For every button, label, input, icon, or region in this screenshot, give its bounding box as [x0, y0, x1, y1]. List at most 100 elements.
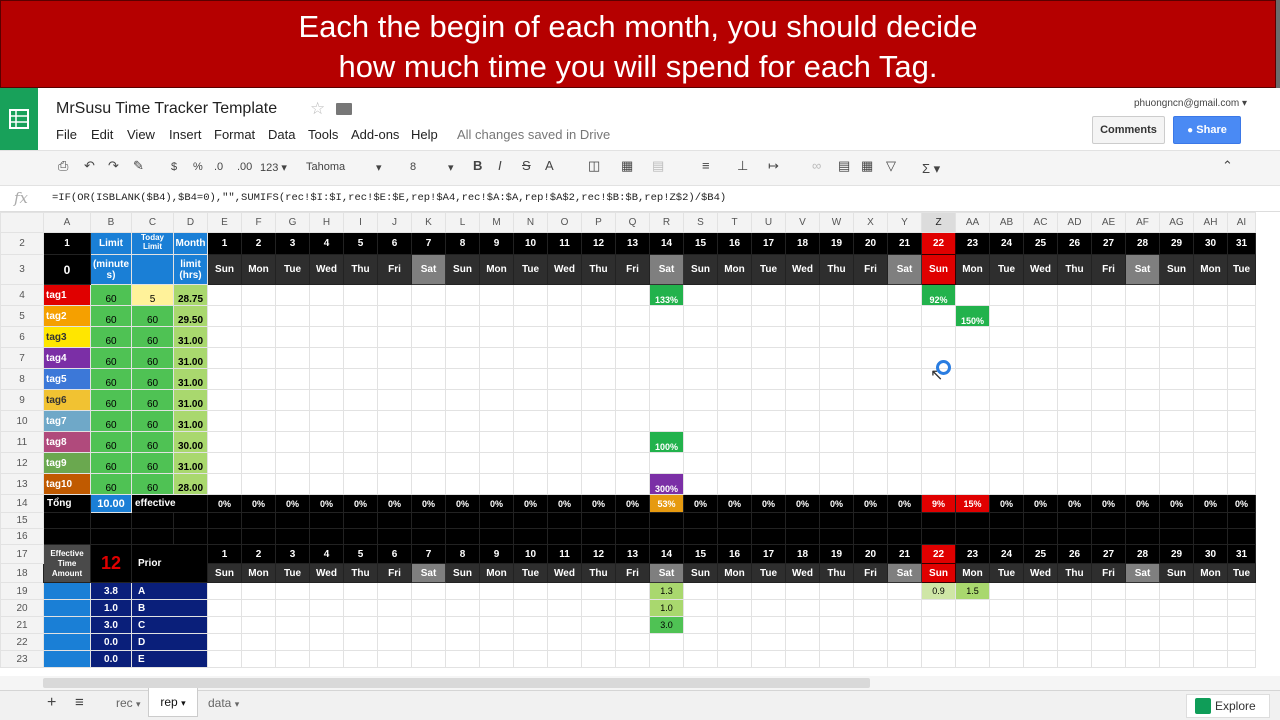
day-cell[interactable]	[751, 305, 786, 327]
day-cell[interactable]	[343, 616, 378, 634]
day-cell[interactable]	[479, 410, 514, 432]
window-scrollbar[interactable]	[1276, 0, 1280, 88]
blank-cell[interactable]	[1125, 512, 1160, 529]
weekday[interactable]: Wed	[785, 254, 820, 285]
column-header-z[interactable]: Z	[921, 212, 956, 233]
day-cell[interactable]	[581, 410, 616, 432]
day-cell[interactable]	[717, 452, 752, 474]
day-cell[interactable]	[1227, 284, 1256, 306]
tag-name[interactable]: tag5	[43, 368, 91, 390]
day-cell[interactable]	[1193, 410, 1228, 432]
blank-cell[interactable]	[1023, 528, 1058, 545]
day-cell[interactable]	[615, 368, 650, 390]
day-cell[interactable]	[1023, 326, 1058, 348]
day-cell[interactable]	[207, 599, 242, 617]
day-cell[interactable]	[479, 582, 514, 600]
day-cell[interactable]	[819, 368, 854, 390]
day-cell[interactable]	[751, 389, 786, 411]
day-cell[interactable]	[1023, 452, 1058, 474]
day-cell[interactable]	[581, 347, 616, 369]
day-cell[interactable]	[581, 305, 616, 327]
day-cell[interactable]	[751, 326, 786, 348]
weekday[interactable]: Sun	[1159, 254, 1194, 285]
day-cell[interactable]	[717, 389, 752, 411]
day-cell[interactable]	[1159, 452, 1194, 474]
day-cell[interactable]	[683, 368, 718, 390]
day-cell[interactable]	[785, 616, 820, 634]
day-number[interactable]: 2	[241, 544, 276, 564]
day-cell[interactable]	[785, 410, 820, 432]
total-percent[interactable]: 0%	[819, 494, 854, 513]
day-cell[interactable]	[717, 650, 752, 668]
day-cell[interactable]	[479, 368, 514, 390]
day-cell[interactable]	[1193, 347, 1228, 369]
total-percent[interactable]: 0%	[989, 494, 1024, 513]
weekday[interactable]: Sun	[207, 254, 242, 285]
total-percent[interactable]: 0%	[1159, 494, 1194, 513]
day-cell[interactable]	[207, 431, 242, 453]
font-family-dropdown[interactable]: Tahoma	[306, 161, 345, 173]
day-cell[interactable]	[819, 347, 854, 369]
day-cell[interactable]	[615, 582, 650, 600]
day-cell[interactable]	[1125, 650, 1160, 668]
prior-letter[interactable]: A	[131, 582, 208, 600]
day-cell[interactable]	[819, 284, 854, 306]
day-cell[interactable]	[1091, 473, 1126, 495]
day-cell[interactable]	[955, 452, 990, 474]
day-cell[interactable]	[581, 599, 616, 617]
effective-count[interactable]: 12	[90, 544, 132, 583]
tag-name[interactable]: tag1	[43, 284, 91, 306]
day-cell[interactable]	[921, 616, 956, 634]
column-header-r[interactable]: R	[649, 212, 684, 233]
day-cell[interactable]	[1057, 305, 1092, 327]
blank-cell[interactable]	[649, 528, 684, 545]
weekday[interactable]: Wed	[547, 254, 582, 285]
day-cell[interactable]	[1125, 431, 1160, 453]
total-percent[interactable]: 0%	[1227, 494, 1256, 513]
total-percent[interactable]: 0%	[785, 494, 820, 513]
day-number[interactable]: 5	[343, 232, 378, 255]
day-cell[interactable]	[513, 582, 548, 600]
day-cell[interactable]	[1057, 599, 1092, 617]
row-header[interactable]: 23	[0, 650, 44, 668]
day-cell[interactable]	[547, 347, 582, 369]
day-cell[interactable]	[343, 284, 378, 306]
day-cell[interactable]	[751, 431, 786, 453]
prior-day-value[interactable]: 1.0	[649, 599, 684, 617]
weekday[interactable]: Mon	[1193, 254, 1228, 285]
row-header[interactable]: 9	[0, 389, 44, 411]
row-header[interactable]: 13	[0, 473, 44, 495]
day-cell[interactable]	[1023, 633, 1058, 651]
day-cell[interactable]	[1125, 326, 1160, 348]
total-percent[interactable]: 0%	[751, 494, 786, 513]
day-cell[interactable]	[1193, 305, 1228, 327]
tag-limit[interactable]: 60	[90, 410, 132, 432]
day-cell[interactable]	[207, 616, 242, 634]
column-header-a[interactable]: A	[43, 212, 91, 233]
day-cell[interactable]	[275, 305, 310, 327]
day-cell[interactable]	[445, 326, 480, 348]
day-cell[interactable]	[581, 284, 616, 306]
total-label[interactable]: Tổng	[43, 494, 91, 513]
day-cell[interactable]	[887, 599, 922, 617]
weekday[interactable]: Thu	[343, 563, 378, 583]
day-cell[interactable]	[819, 326, 854, 348]
font-size-chevron-icon[interactable]: ▾	[448, 161, 454, 174]
day-cell[interactable]	[581, 650, 616, 668]
day-cell[interactable]	[615, 305, 650, 327]
day-cell[interactable]	[343, 473, 378, 495]
column-header-ac[interactable]: AC	[1023, 212, 1058, 233]
prior-side[interactable]	[43, 650, 91, 668]
tag-limit[interactable]: 60	[90, 284, 132, 306]
day-cell[interactable]	[377, 616, 412, 634]
day-number[interactable]: 13	[615, 232, 650, 255]
weekday[interactable]: Tue	[751, 563, 786, 583]
day-cell[interactable]	[547, 582, 582, 600]
day-cell[interactable]	[1023, 284, 1058, 306]
day-cell[interactable]	[989, 284, 1024, 306]
row-header[interactable]: 22	[0, 633, 44, 651]
text-color-button[interactable]: A	[545, 158, 554, 173]
day-cell[interactable]	[241, 305, 276, 327]
day-cell[interactable]	[989, 347, 1024, 369]
day-number[interactable]: 26	[1057, 544, 1092, 564]
